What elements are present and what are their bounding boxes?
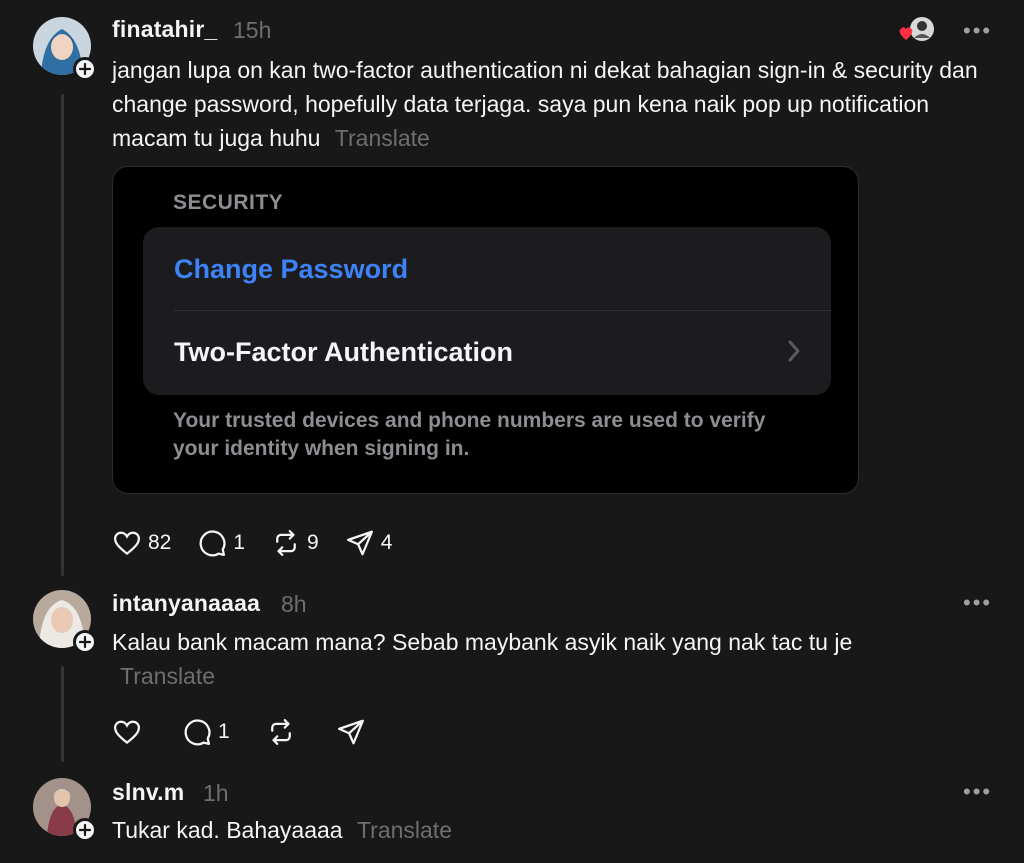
comment-icon bbox=[184, 719, 211, 746]
share-count: 4 bbox=[380, 531, 393, 554]
settings-card: Change Password Two-Factor Authenticatio… bbox=[143, 227, 831, 395]
follow-plus-icon[interactable] bbox=[73, 630, 97, 654]
username[interactable]: slnv.m bbox=[112, 779, 184, 806]
repost-button[interactable] bbox=[266, 717, 296, 747]
share-button[interactable] bbox=[336, 717, 366, 747]
translate-link[interactable]: Translate bbox=[120, 663, 215, 689]
repost-icon bbox=[270, 719, 291, 745]
attached-image[interactable]: SECURITY Change Password Two-Factor Auth… bbox=[112, 166, 859, 494]
heart-filled-icon bbox=[899, 27, 913, 40]
two-factor-row: Two-Factor Authentication bbox=[174, 337, 513, 367]
reply-button[interactable]: 1 bbox=[182, 717, 230, 747]
section-header: SECURITY bbox=[173, 191, 284, 214]
more-options-icon[interactable]: ••• bbox=[963, 779, 992, 805]
repost-count: 9 bbox=[307, 531, 319, 554]
send-icon bbox=[337, 719, 364, 745]
avatar[interactable] bbox=[33, 778, 97, 842]
post-actions: 82 1 9 4 bbox=[112, 528, 418, 558]
repost-button[interactable]: 9 bbox=[271, 528, 319, 558]
more-options-icon[interactable]: ••• bbox=[963, 18, 992, 44]
like-count: 82 bbox=[148, 531, 172, 554]
post-1: finatahir_ 15h ••• jangan lupa on kan tw… bbox=[0, 0, 1024, 580]
username[interactable]: intanyanaaaa bbox=[112, 590, 260, 617]
avatar[interactable] bbox=[33, 17, 97, 81]
translate-link[interactable]: Translate bbox=[357, 817, 452, 843]
post-body: jangan lupa on kan two-factor authentica… bbox=[112, 57, 978, 151]
timestamp: 1h bbox=[203, 780, 229, 806]
send-icon bbox=[346, 530, 373, 556]
timestamp: 15h bbox=[233, 17, 272, 43]
repost-icon bbox=[276, 530, 296, 556]
like-button[interactable]: 82 bbox=[112, 528, 171, 558]
username[interactable]: finatahir_ bbox=[112, 16, 218, 43]
section-footer: Your trusted devices and phone numbers a… bbox=[173, 409, 766, 460]
timestamp: 8h bbox=[281, 591, 307, 617]
thread-line bbox=[61, 666, 64, 762]
thread-line bbox=[61, 94, 64, 576]
heart-icon bbox=[113, 531, 141, 556]
heart-icon bbox=[113, 720, 141, 745]
chevron-right-icon bbox=[788, 340, 800, 362]
post-actions: 1 bbox=[112, 717, 392, 747]
translate-link[interactable]: Translate bbox=[335, 125, 430, 151]
post-text: Kalau bank macam mana? Sebab maybank asy… bbox=[112, 625, 902, 693]
reply-count: 1 bbox=[233, 531, 246, 554]
divider bbox=[174, 310, 831, 311]
comment-icon bbox=[199, 530, 226, 557]
change-password-row: Change Password bbox=[174, 254, 409, 284]
share-button[interactable]: 4 bbox=[345, 528, 393, 558]
like-button[interactable] bbox=[112, 717, 142, 747]
reply-count: 1 bbox=[218, 720, 230, 743]
more-options-icon[interactable]: ••• bbox=[963, 590, 992, 616]
post-text: Tukar kad. Bahayaaaa Translate bbox=[112, 813, 972, 847]
post-body: Kalau bank macam mana? Sebab maybank asy… bbox=[112, 629, 853, 655]
reply-button[interactable]: 1 bbox=[197, 528, 245, 558]
post-text: jangan lupa on kan two-factor authentica… bbox=[112, 53, 992, 155]
avatar[interactable] bbox=[33, 590, 97, 654]
follow-plus-icon[interactable] bbox=[73, 57, 97, 81]
post-body: Tukar kad. Bahayaaaa bbox=[112, 817, 343, 843]
liked-by-avatars[interactable] bbox=[898, 16, 938, 44]
follow-plus-icon[interactable] bbox=[73, 818, 97, 842]
